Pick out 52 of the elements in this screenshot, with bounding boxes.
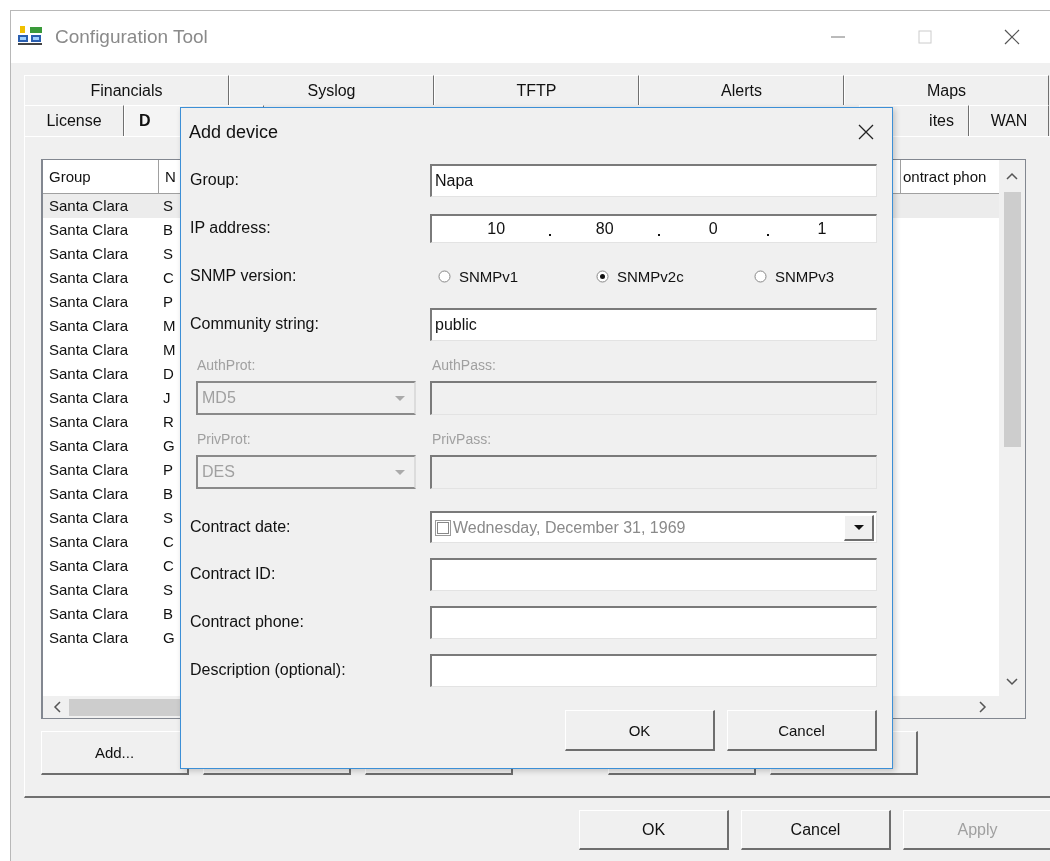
table-cell-text: C (162, 268, 174, 288)
table-cell-text: G (162, 628, 175, 648)
field-label: Community string: (190, 315, 320, 333)
field-label: Contract phone: (190, 613, 305, 631)
table-cell-text: M (162, 316, 176, 336)
table-cell-text: Santa Clara (48, 508, 130, 528)
field-label: Group: (190, 171, 240, 189)
table-cell-text: P (162, 292, 173, 312)
table-cell-text: Santa Clara (48, 412, 130, 432)
table-cell-text: Santa Clara (48, 244, 130, 264)
table-cell-text: Santa Clara (48, 436, 130, 456)
table-cell-text: S (162, 580, 173, 600)
table-cell-text: Santa Clara (48, 532, 130, 552)
field-label: PrivPass: (431, 431, 493, 447)
table-cell-text: Santa Clara (48, 292, 130, 312)
table-cell-text: Santa Clara (48, 364, 130, 384)
window-title: Configuration Tool (55, 26, 208, 48)
field-label: SNMP version: (190, 267, 298, 285)
table-cell-text: J (162, 388, 171, 408)
field-label: IP address: (190, 219, 272, 237)
table-cell-text: C (162, 556, 174, 576)
table-cell-text: Santa Clara (48, 316, 130, 336)
field-label: Description (optional): (190, 661, 347, 679)
table-cell-text: R (162, 412, 174, 432)
table-cell-text: B (162, 220, 173, 240)
table-cell-text: Santa Clara (48, 460, 130, 480)
table-cell-text: P (162, 460, 173, 480)
field-label: Contract date: (190, 518, 292, 536)
table-cell-text: B (162, 604, 173, 624)
table-cell-text: C (162, 532, 174, 552)
table-cell-text: Santa Clara (48, 580, 130, 600)
table-cell-text: Santa Clara (48, 484, 130, 504)
field-label: AuthPass: (431, 357, 497, 373)
dialog-title: Add device (189, 121, 279, 143)
table-cell-text: Santa Clara (48, 388, 130, 408)
table-cell-text: Santa Clara (48, 268, 130, 288)
field-label: AuthProt: (196, 357, 257, 373)
table-cell-text: Santa Clara (48, 220, 130, 240)
table-cell-text: Santa Clara (48, 604, 130, 624)
table-cell-text: S (162, 244, 173, 264)
table-cell-text: G (162, 436, 175, 456)
table-cell-text: D (162, 364, 174, 384)
table-cell-text: Santa Clara (48, 556, 130, 576)
field-label: Contract ID: (190, 565, 277, 583)
table-cell-text: Santa Clara (48, 196, 130, 216)
table-cell-text: Santa Clara (48, 628, 130, 648)
table-cell-text: Santa Clara (48, 340, 130, 360)
table-cell-text: M (162, 340, 176, 360)
table-cell-text: S (162, 196, 173, 216)
table-cell-text: S (162, 508, 173, 528)
table-cell-text: B (162, 484, 173, 504)
field-label: PrivProt: (196, 431, 252, 447)
